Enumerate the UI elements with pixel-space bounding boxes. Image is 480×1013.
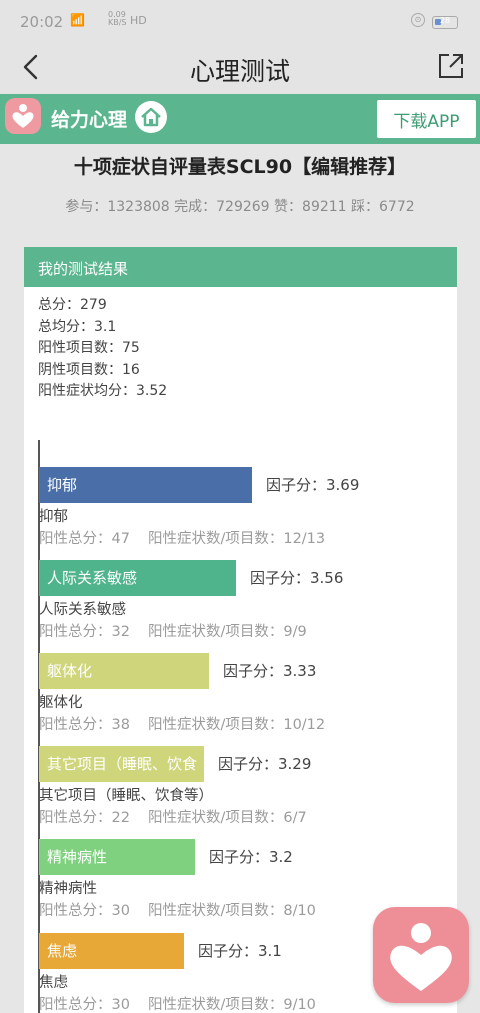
factor-detail: 阳性总分：30 阳性症状数/项目数：9/10 xyxy=(39,993,316,1013)
factor-score: 因子分：3.33 xyxy=(223,662,317,680)
network-speed: 0.09 KB/S xyxy=(108,11,127,27)
factor-name: 躯体化 xyxy=(39,695,83,711)
factor-ratio: 阳性症状数/项目数：6/7 xyxy=(147,810,307,826)
factor-name: 抑郁 xyxy=(39,509,68,525)
battery-level: 28 xyxy=(439,16,451,25)
factor-positive-total: 阳性总分：47 xyxy=(39,531,130,547)
factor-positive-total: 阳性总分：22 xyxy=(39,810,130,826)
test-title: 十项症状自评量表SCL90【编辑推荐】 xyxy=(73,156,407,178)
summary-positive-average: 阳性症状均分：3.52 xyxy=(38,383,168,399)
factor-ratio: 阳性症状数/项目数：10/12 xyxy=(147,717,326,733)
factor-detail: 阳性总分：38 阳性症状数/项目数：10/12 xyxy=(39,713,325,734)
result-card: 我的测试结果 总分：279 总均分：3.1 阳性项目数：75 阴性项目数：16 … xyxy=(24,247,457,1013)
factor-detail: 阳性总分：30 阳性症状数/项目数：8/10 xyxy=(39,899,316,920)
factor-name: 精神病性 xyxy=(39,881,97,897)
factor-detail: 阳性总分：22 阳性症状数/项目数：6/7 xyxy=(39,806,307,827)
factor-positive-total: 阳性总分：38 xyxy=(39,717,130,733)
factor-bar: 其它项目（睡眠、饮食 xyxy=(39,746,204,782)
factor-name: 其它项目（睡眠、饮食等） xyxy=(39,788,213,804)
battery-icon: 28 xyxy=(432,16,458,29)
result-header: 我的测试结果 xyxy=(24,247,457,287)
factor-detail: 阳性总分：47 阳性症状数/项目数：12/13 xyxy=(39,527,325,548)
factor-ratio: 阳性症状数/项目数：8/10 xyxy=(147,903,316,919)
factor-positive-total: 阳性总分：30 xyxy=(39,903,130,919)
floating-app-button[interactable] xyxy=(373,907,469,1003)
download-app-button[interactable]: 下载APP xyxy=(377,100,476,138)
factor-name: 焦虑 xyxy=(39,975,68,991)
factor-bar: 精神病性 xyxy=(39,839,195,875)
factor-bar: 躯体化 xyxy=(39,653,209,689)
factor-ratio: 阳性症状数/项目数：12/13 xyxy=(147,531,326,547)
factor-score: 因子分：3.29 xyxy=(218,755,312,773)
factor-positive-total: 阳性总分：30 xyxy=(39,997,130,1013)
nav-bar: 心理测试 xyxy=(0,44,480,94)
status-time: 20:02 xyxy=(20,13,64,31)
brand-bar: 给力心理 下载APP xyxy=(0,94,480,144)
factor-detail: 阳性总分：32 阳性症状数/项目数：9/9 xyxy=(39,620,307,641)
factor-ratio: 阳性症状数/项目数：9/10 xyxy=(147,997,316,1013)
summary-positive-count: 阳性项目数：75 xyxy=(38,340,140,356)
test-stats: 参与：1323808 完成：729269 赞：89211 踩：6772 xyxy=(65,199,415,215)
factor-score: 因子分：3.2 xyxy=(209,848,293,866)
factor-score: 因子分：3.56 xyxy=(250,569,344,587)
share-icon[interactable] xyxy=(437,52,465,80)
factor-bar: 人际关系敏感 xyxy=(39,560,236,596)
heart-person-icon xyxy=(390,923,452,991)
brand-name: 给力心理 xyxy=(51,109,128,131)
summary-total: 总分：279 xyxy=(38,297,107,313)
home-icon[interactable] xyxy=(135,101,167,133)
hd-icon: HD xyxy=(130,14,147,27)
factor-bar: 焦虑 xyxy=(39,933,184,969)
page-title: 心理测试 xyxy=(189,57,290,86)
status-bar: 20:02 📶 0.09 KB/S HD ⊙ 28 xyxy=(0,0,480,44)
summary-negative-count: 阴性项目数：16 xyxy=(38,361,140,378)
factor-positive-total: 阳性总分：32 xyxy=(39,624,130,640)
factor-score: 因子分：3.1 xyxy=(198,942,282,960)
signal-icon: 📶 xyxy=(70,13,86,27)
factor-name: 人际关系敏感 xyxy=(39,602,126,618)
factor-score: 因子分：3.69 xyxy=(266,476,360,494)
summary-average: 总均分：3.1 xyxy=(38,318,117,335)
factor-bar: 抑郁 xyxy=(39,467,252,503)
lock-icon: ⊙ xyxy=(411,13,425,27)
network-speed-unit: KB/S xyxy=(108,18,127,27)
result-summary: 总分：279 总均分：3.1 阳性项目数：75 阴性项目数：16 阳性症状均分：… xyxy=(38,295,167,403)
factor-ratio: 阳性症状数/项目数：9/9 xyxy=(147,624,307,640)
brand-logo-icon xyxy=(5,98,41,134)
